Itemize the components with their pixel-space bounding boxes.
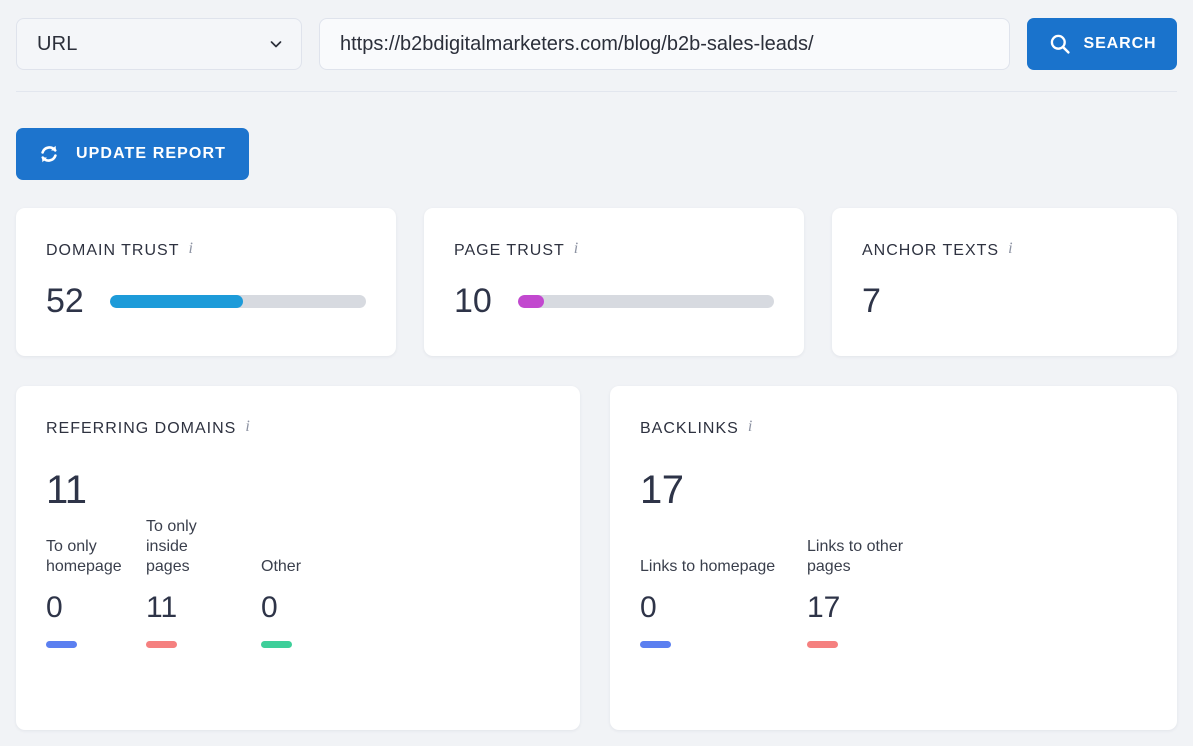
metric-row: 7: [862, 284, 1147, 318]
search-bar: URL SEARCH: [0, 0, 1193, 76]
update-report-label: UPDATE REPORT: [76, 145, 227, 162]
metric-value: 52: [46, 282, 84, 320]
submetric-to-only-inside-pages: To only inside pages 11: [146, 517, 261, 648]
submetric-list: Links to homepage 0 Links to other pages…: [640, 537, 937, 648]
card-backlinks: BACKLINKS i 17 Links to homepage 0 Links…: [610, 386, 1177, 730]
progress-fill: [518, 294, 544, 308]
url-input[interactable]: [319, 18, 1010, 70]
bottom-metric-cards: REFERRING DOMAINS i 11 To only homepage …: [16, 386, 1177, 730]
submetric-links-to-other-pages: Links to other pages 17: [807, 537, 937, 648]
total-value: 11: [46, 468, 87, 512]
header-divider: [16, 91, 1177, 92]
seo-backlink-dashboard: URL SEARCH: [0, 0, 1193, 746]
search-type-value: URL: [37, 32, 78, 55]
metric-value: 10: [454, 282, 492, 320]
search-icon: [1048, 32, 1072, 56]
card-title-text: BACKLINKS: [640, 420, 739, 437]
top-metric-cards: DOMAIN TRUST i 52 PAGE TRUST i 10 ANCHOR…: [16, 208, 1177, 356]
search-type-select[interactable]: URL: [16, 18, 302, 70]
search-button-label: SEARCH: [1083, 35, 1157, 52]
submetric-list: To only homepage 0 To only inside pages …: [46, 517, 361, 648]
card-title-text: ANCHOR TEXTS: [862, 242, 1000, 259]
submetric-value: 11: [146, 591, 178, 624]
submetric-color-dash: [807, 641, 838, 648]
update-report-area: UPDATE REPORT: [16, 128, 250, 180]
submetric-value: 17: [807, 591, 841, 624]
submetric-value: 0: [261, 591, 278, 624]
submetric-color-dash: [640, 641, 671, 648]
progress-track: [110, 294, 366, 308]
card-referring-domains: REFERRING DOMAINS i 11 To only homepage …: [16, 386, 580, 730]
submetric-label: Links to other pages: [807, 538, 904, 575]
card-title-text: DOMAIN TRUST: [46, 242, 180, 259]
progress-fill: [110, 294, 244, 308]
progress-track: [518, 294, 774, 308]
card-title: DOMAIN TRUST i: [46, 241, 366, 260]
info-icon[interactable]: i: [748, 419, 753, 435]
submetric-value: 0: [46, 591, 63, 624]
card-title: PAGE TRUST i: [454, 241, 774, 260]
chevron-down-icon[interactable]: [269, 37, 283, 51]
info-icon[interactable]: i: [188, 241, 193, 257]
update-report-button[interactable]: UPDATE REPORT: [16, 128, 250, 180]
search-button[interactable]: SEARCH: [1027, 18, 1177, 70]
metric-row: 52: [46, 284, 366, 318]
submetric-color-dash: [46, 641, 77, 648]
total-value: 17: [640, 468, 684, 512]
submetric-links-to-homepage: Links to homepage 0: [640, 557, 807, 648]
card-domain-trust: DOMAIN TRUST i 52: [16, 208, 396, 356]
info-icon[interactable]: i: [1008, 241, 1013, 257]
submetric-label: To only inside pages: [146, 518, 197, 575]
refresh-icon: [36, 141, 62, 167]
submetric-color-dash: [261, 641, 292, 648]
submetric-other: Other 0: [261, 557, 361, 648]
metric-value: 7: [862, 282, 881, 320]
card-title: ANCHOR TEXTS i: [862, 241, 1147, 260]
card-title: BACKLINKS i: [640, 419, 1147, 438]
metric-row: 10: [454, 284, 774, 318]
card-page-trust: PAGE TRUST i 10: [424, 208, 804, 356]
submetric-label: To only homepage: [46, 538, 122, 575]
card-title-text: PAGE TRUST: [454, 242, 565, 259]
info-icon[interactable]: i: [245, 419, 250, 435]
submetric-to-only-homepage: To only homepage 0: [46, 537, 146, 648]
submetric-label: Links to homepage: [640, 558, 776, 575]
submetric-label: Other: [261, 558, 302, 575]
submetric-color-dash: [146, 641, 177, 648]
submetric-value: 0: [640, 591, 657, 624]
info-icon[interactable]: i: [574, 241, 579, 257]
card-title: REFERRING DOMAINS i: [46, 419, 550, 438]
card-anchor-texts: ANCHOR TEXTS i 7: [832, 208, 1177, 356]
card-title-text: REFERRING DOMAINS: [46, 420, 237, 437]
